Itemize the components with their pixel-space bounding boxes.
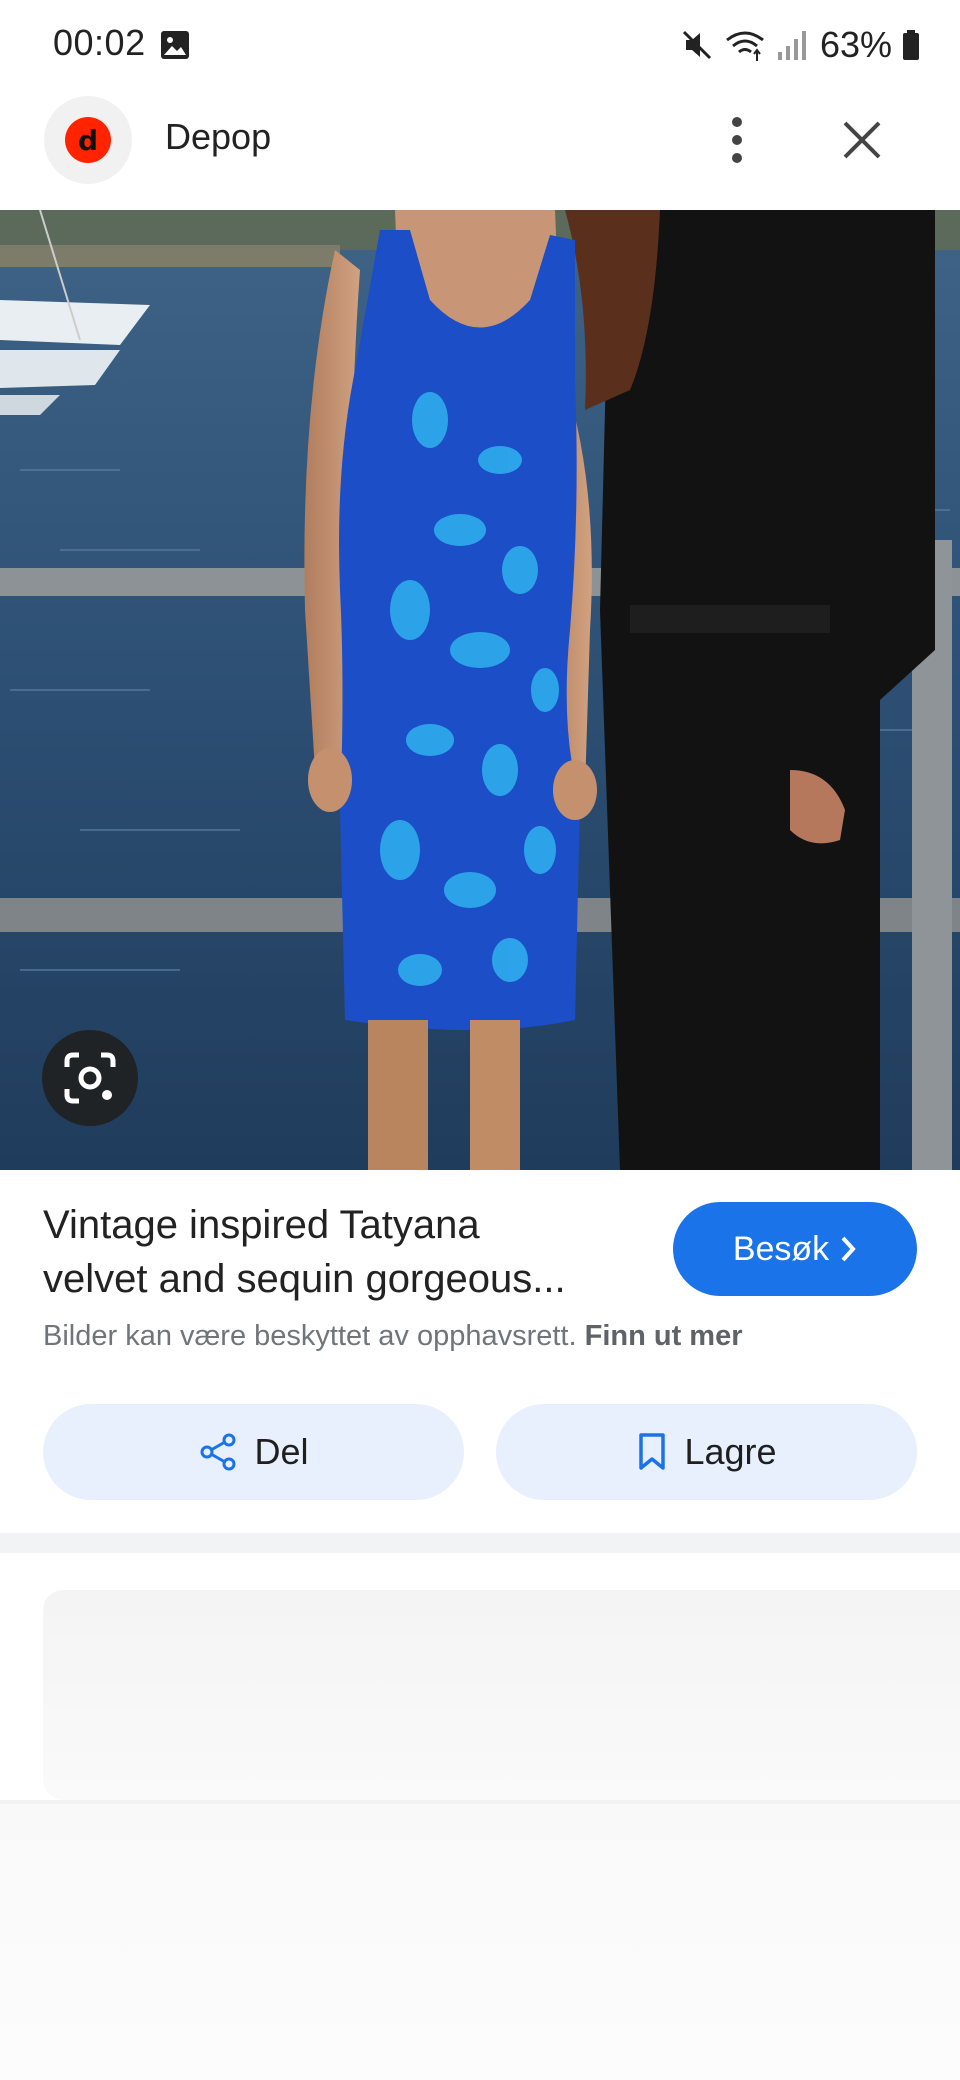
signal-icon	[777, 31, 806, 60]
gallery-icon	[161, 31, 189, 59]
more-options-button[interactable]	[705, 108, 769, 172]
status-icons: 63%	[680, 22, 920, 68]
google-lens-icon	[64, 1052, 116, 1104]
chevron-right-icon	[841, 1236, 856, 1262]
result-image[interactable]	[0, 210, 960, 1170]
result-title-line-1: Vintage inspired Tatyana	[43, 1203, 480, 1247]
share-icon	[200, 1433, 236, 1471]
visit-button-label: Besøk	[732, 1229, 830, 1268]
share-button-label: Del	[254, 1431, 309, 1472]
status-time: 00:02	[53, 22, 146, 63]
google-lens-button[interactable]	[42, 1030, 138, 1126]
result-title-line-2: velvet and sequin gorgeous...	[43, 1257, 566, 1301]
depop-logo-icon: d	[65, 117, 111, 163]
save-button[interactable]: Lagre	[496, 1404, 917, 1500]
battery-icon	[903, 30, 919, 60]
dress-photo	[0, 210, 960, 1170]
loading-placeholder-block	[0, 1804, 960, 2080]
result-title[interactable]: Vintage inspired Tatyana velvet and sequ…	[43, 1198, 643, 1306]
site-name[interactable]: Depop	[165, 116, 271, 158]
close-button[interactable]	[830, 108, 894, 172]
copyright-notice: Bilder kan være beskyttet av opphavsrett…	[43, 1320, 743, 1353]
section-divider	[0, 1533, 960, 1553]
site-logo[interactable]: d	[44, 96, 132, 184]
battery-percentage: 63%	[819, 24, 892, 65]
status-bar: 00:02 63%	[0, 0, 960, 90]
bookmark-icon	[639, 1433, 666, 1470]
wifi-icon	[726, 31, 764, 61]
copyright-text: Bilder kan være beskyttet av opphavsrett…	[43, 1320, 577, 1352]
share-button[interactable]: Del	[43, 1404, 464, 1500]
close-icon	[843, 121, 881, 159]
learn-more-link[interactable]: Finn ut mer	[585, 1320, 743, 1352]
visit-button[interactable]: Besøk	[673, 1202, 917, 1296]
header-bar: d Depop	[0, 90, 960, 210]
mute-icon	[682, 30, 711, 60]
save-button-label: Lagre	[684, 1431, 777, 1472]
loading-placeholder-card	[43, 1590, 960, 1800]
more-vert-icon	[732, 117, 742, 163]
